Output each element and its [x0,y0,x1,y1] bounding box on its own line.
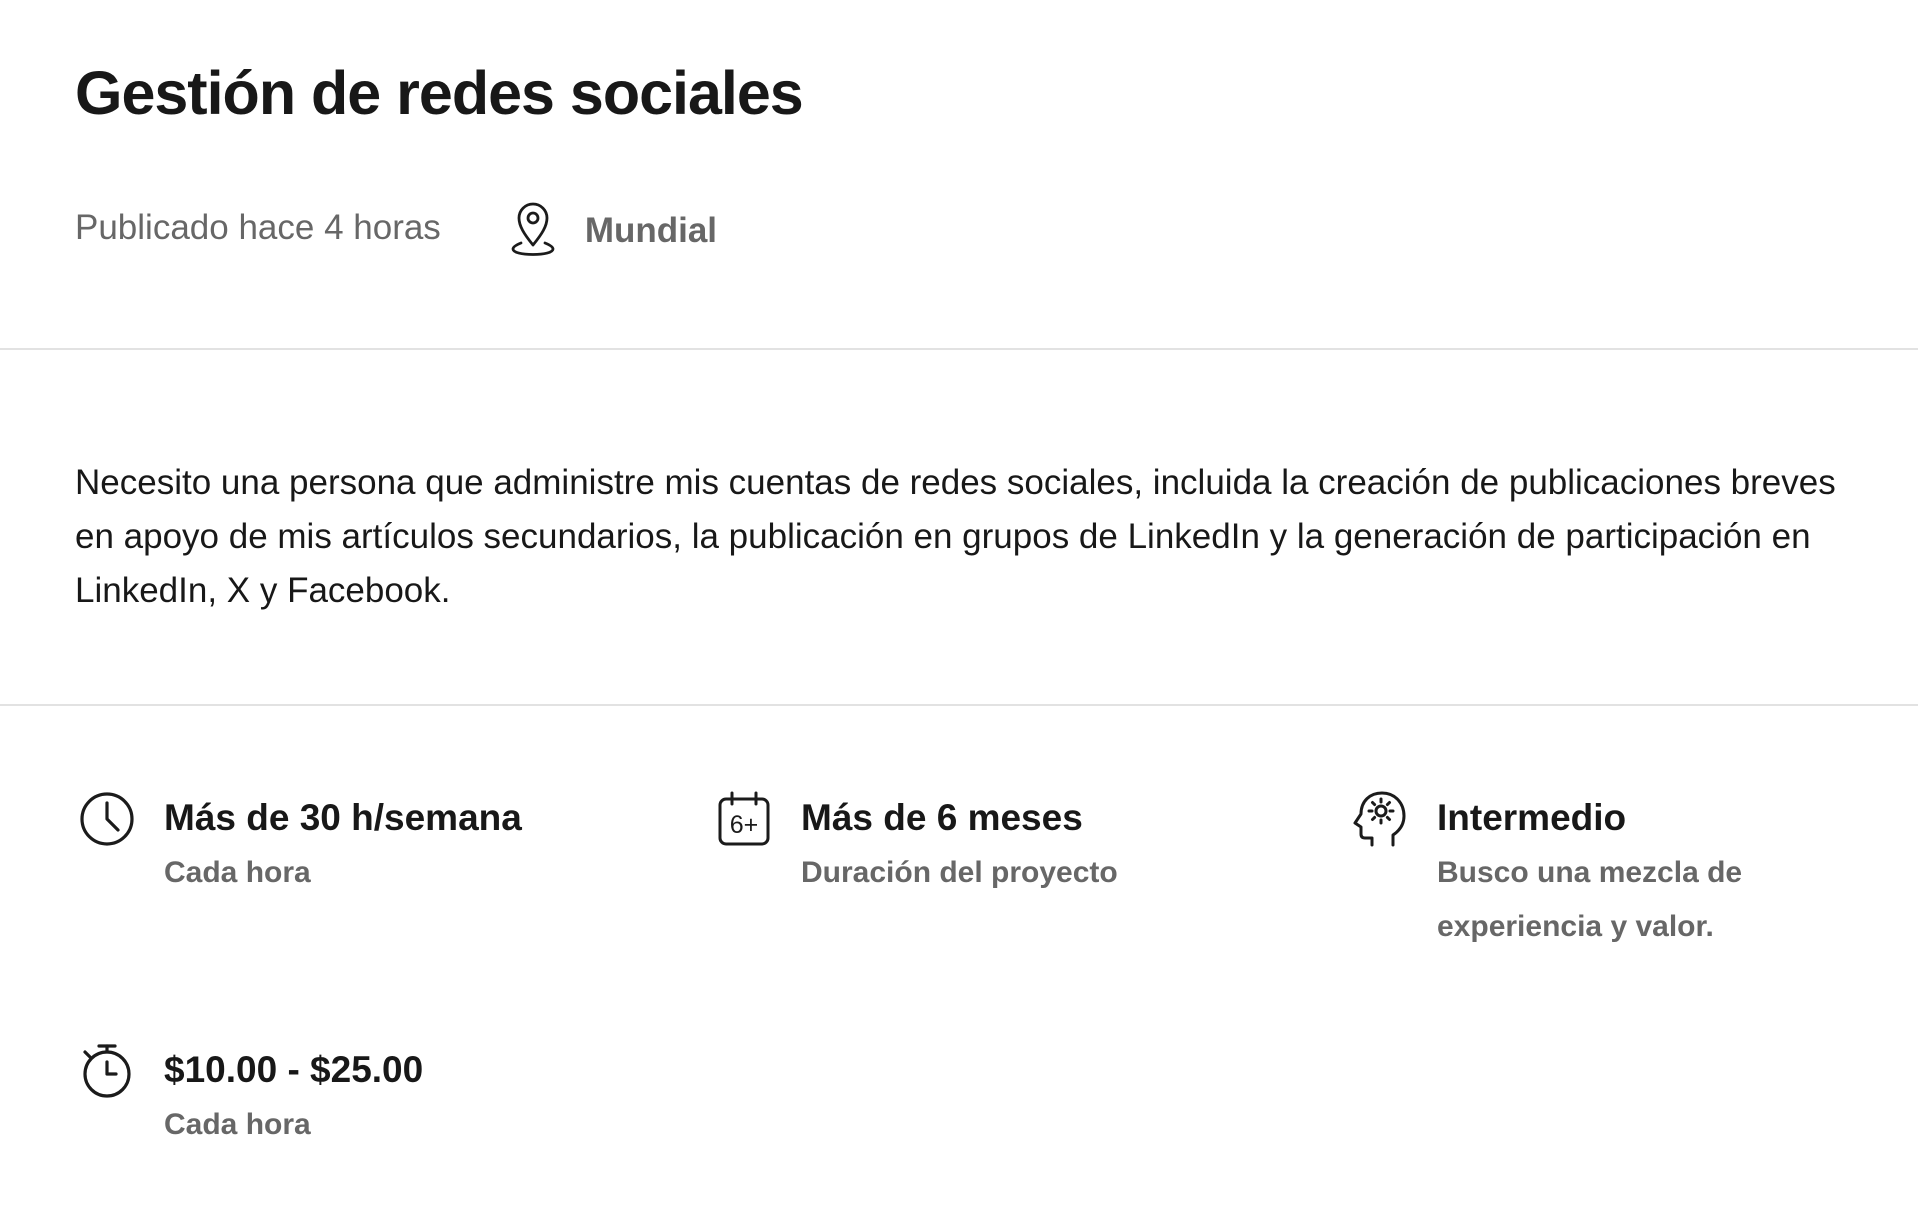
job-details-page: Gestión de redes sociales Publicado hace… [0,0,1918,1220]
feature-rate-title: $10.00 - $25.00 [164,1049,424,1090]
feature-level-title: Intermedio [1437,797,1627,838]
calendar-6plus-icon: 6+ [715,790,773,848]
feature-hours-subtitle: Cada hora [164,856,311,889]
feature-level-subtitle: Busco una mezcla de experiencia y valor. [1437,856,1743,943]
job-title: Gestión de redes sociales [75,59,804,127]
feature-duration-text: Más de 6 meses Duración del proyecto [801,790,1118,900]
expertise-head-icon [1351,790,1409,848]
feature-duration-subtitle: Duración del proyecto [801,856,1118,889]
feature-duration-title: Más de 6 meses [801,797,1083,838]
feature-hours: Más de 30 h/semana Cada hora [78,790,522,900]
feature-hours-text: Más de 30 h/semana Cada hora [164,790,522,900]
calendar-icon-text: 6+ [730,811,759,839]
stopwatch-icon [78,1042,136,1100]
job-header: Gestión de redes sociales Publicado hace… [0,0,1918,350]
location-pin-icon [507,200,559,256]
clock-icon [78,790,136,848]
job-location: Mundial [507,200,717,256]
feature-level-text: Intermedio Busco una mezcla de experienc… [1437,790,1817,954]
feature-rate: $10.00 - $25.00 Cada hora [78,1042,423,1152]
job-description-section: Necesito una persona que administre mis … [0,350,1918,706]
feature-experience-level: Intermedio Busco una mezcla de experienc… [1351,790,1817,954]
posted-time: Publicado hace 4 horas [75,208,441,247]
location-label: Mundial [584,211,718,250]
feature-duration: 6+ Más de 6 meses Duración del proyecto [715,790,1118,900]
feature-rate-text: $10.00 - $25.00 Cada hora [164,1042,423,1152]
job-description: Necesito una persona que administre mis … [75,463,1836,610]
job-features: Más de 30 h/semana Cada hora 6+ Más de 6… [0,706,1918,1220]
feature-rate-subtitle: Cada hora [164,1108,311,1141]
feature-hours-title: Más de 30 h/semana [164,797,522,838]
job-meta: Publicado hace 4 horas Mundial [75,196,717,260]
